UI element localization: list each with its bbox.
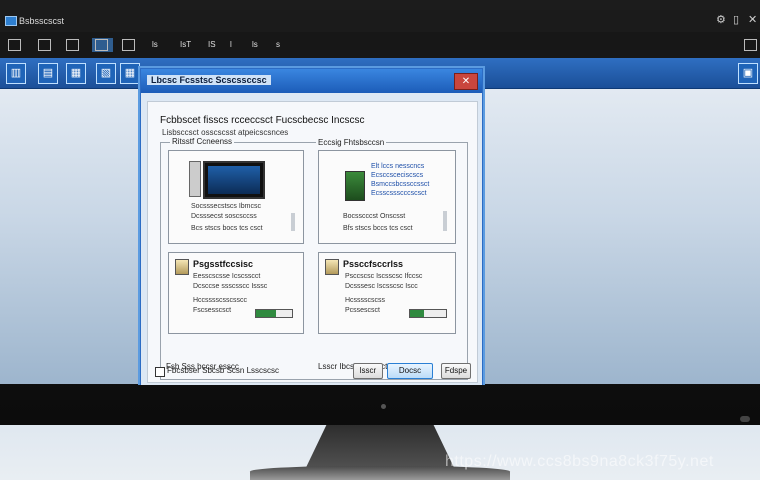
card-text: Bcs stscs bocs tcs csct bbox=[191, 225, 263, 232]
ribbon-grid-icon[interactable]: ▥ bbox=[6, 63, 26, 84]
card-scrollbar[interactable] bbox=[291, 213, 295, 231]
toolbar-button-9[interactable]: l bbox=[230, 38, 232, 52]
card-text: Hccsssscsscsscc bbox=[193, 297, 248, 304]
ok-button[interactable]: Docsc bbox=[387, 363, 433, 379]
power-button[interactable] bbox=[740, 416, 750, 422]
option-card-display[interactable]: Socsssecstscs Ibmcsc Dcsssecst soscsccss… bbox=[168, 150, 304, 244]
card-title: Psgsstfccsisc bbox=[193, 259, 254, 269]
ribbon-window-icon[interactable]: ▣ bbox=[738, 63, 758, 84]
card-title: Pssccfsccrlss bbox=[343, 259, 404, 269]
progress-bar bbox=[255, 309, 293, 318]
cancel-button[interactable]: Fdspe bbox=[441, 363, 471, 379]
back-button[interactable]: lsscr bbox=[353, 363, 383, 379]
toolbar-button-6[interactable]: ls bbox=[152, 38, 158, 52]
dialog-window: Lbcsc Fcsstsc Scscssccsc ✕ Fcbbscet fiss… bbox=[140, 68, 483, 385]
document-icon bbox=[345, 171, 365, 201]
dialog-titlebar[interactable]: Lbcsc Fcsstsc Scscssccsc ✕ bbox=[141, 69, 482, 93]
toolbar-button-10[interactable]: ls bbox=[252, 38, 258, 52]
card-text: Bfs stscs bccs tcs csct bbox=[343, 225, 413, 232]
display-icon bbox=[744, 38, 757, 51]
camera-icon bbox=[8, 38, 21, 51]
monitor-screen-graphic bbox=[208, 166, 260, 194]
dialog-subheading: Lisbsccsct osscscsst atpeicscsnces bbox=[162, 128, 289, 137]
profile-icon bbox=[325, 259, 339, 275]
ribbon-table-icon[interactable]: ▦ bbox=[120, 63, 140, 84]
card-text: Dcsccse ssscsscc Isssc bbox=[193, 283, 268, 290]
image-icon bbox=[66, 38, 79, 51]
dont-show-checkbox[interactable] bbox=[155, 367, 165, 377]
monitor-icon bbox=[203, 161, 265, 199]
ribbon-panel-icon[interactable]: ▧ bbox=[96, 63, 116, 84]
toolbar-button-8[interactable]: IS bbox=[208, 38, 216, 52]
fullscreen-icon[interactable] bbox=[744, 38, 759, 52]
option-card-document[interactable]: Elt lccs nesscncs Ecsccsceciscscs Bsmccs… bbox=[318, 150, 456, 244]
dialog-title: Lbcsc Fcsstsc Scscssccsc bbox=[147, 75, 271, 85]
checkbox-label: Fbcsbser Sbcsb Scsn Lsscscsc bbox=[167, 366, 280, 375]
card-text: Fscsesscsct bbox=[193, 307, 232, 314]
card-text: Dcsssecst soscsccss bbox=[191, 213, 257, 220]
card-link[interactable]: Ecsccsceciscscs bbox=[371, 172, 423, 179]
card-text: Psccscsc Iscsscsc Ifccsc bbox=[345, 273, 423, 280]
frame-icon bbox=[122, 38, 135, 51]
card-text: Socsssecstscs Ibmcsc bbox=[191, 203, 262, 210]
dialog-body: Fcbbscet fisscs rcceccsct Fucscbecsc Inc… bbox=[147, 101, 478, 383]
progress-bar bbox=[409, 309, 447, 318]
toolbar-button-1[interactable] bbox=[8, 38, 23, 52]
window-title: Bsbsscscst bbox=[19, 16, 65, 26]
settings-icon[interactable]: ⚙ bbox=[716, 14, 726, 26]
card-scrollbar[interactable] bbox=[443, 211, 447, 231]
progress-fill bbox=[256, 310, 276, 317]
image-icon bbox=[95, 38, 108, 51]
page-icon bbox=[38, 38, 51, 51]
toolbar-button-2[interactable] bbox=[38, 38, 53, 52]
computer-tower-icon bbox=[189, 161, 201, 197]
minimize-icon[interactable]: ▯ bbox=[733, 14, 739, 26]
card-link[interactable]: Bsmccsbcssccssct bbox=[371, 181, 429, 188]
option-card-profile[interactable]: Pssccfsccrlss Psccscsc Iscsscsc Ifccsc D… bbox=[318, 252, 456, 334]
ribbon-layout-icon[interactable]: ▤ bbox=[38, 63, 58, 84]
monitor-screen: Bsbsscscst ⚙ ▯ ✕ ls IsT IS l ls s ▥ ▤ ▦ … bbox=[0, 10, 760, 385]
dialog-heading: Fcbbscet fisscs rcceccsct Fucscbecsc Inc… bbox=[160, 115, 365, 126]
app-titlebar: Bsbsscscst ⚙ ▯ ✕ bbox=[0, 10, 760, 32]
watermark: https://www.ccs8bs9na8ck3f75y.net bbox=[445, 453, 714, 470]
card-text: Pcssescsct bbox=[345, 307, 381, 314]
group-label-left: Ritsstf Ccneenss bbox=[170, 137, 235, 146]
card-text: Bocsscccst Onscsst bbox=[343, 213, 406, 220]
card-link[interactable]: Ecsscssscccscsct bbox=[371, 190, 427, 197]
app-icon bbox=[5, 16, 17, 26]
card-text: Dcsssesc Iscsscsc Iscc bbox=[345, 283, 418, 290]
toolbar-button-3[interactable] bbox=[66, 38, 81, 52]
group-label-right: Eccsig Fhtsbsccsn bbox=[316, 138, 387, 147]
toolbar-button-4[interactable] bbox=[92, 38, 113, 52]
ribbon-list-icon[interactable]: ▦ bbox=[66, 63, 86, 84]
card-link[interactable]: Elt lccs nesscncs bbox=[371, 163, 424, 170]
toolbar-button-5[interactable] bbox=[122, 38, 137, 52]
dialog-close-button[interactable]: ✕ bbox=[454, 73, 478, 90]
option-card-program[interactable]: Psgsstfccsisc Eesscscsse Icscsscct Dcscc… bbox=[168, 252, 304, 334]
toolbar-button-11[interactable]: s bbox=[276, 38, 280, 52]
card-text: Hcsssscscss bbox=[345, 297, 386, 304]
program-icon bbox=[175, 259, 189, 275]
card-text: Eesscscsse Icscsscct bbox=[193, 273, 261, 280]
monitor-logo bbox=[381, 404, 386, 409]
toolbar: ls IsT IS l ls s bbox=[0, 32, 760, 58]
progress-fill bbox=[410, 310, 425, 317]
toolbar-button-7[interactable]: IsT bbox=[180, 38, 191, 52]
monitor-bezel: Bsbsscscst ⚙ ▯ ✕ ls IsT IS l ls s ▥ ▤ ▦ … bbox=[0, 0, 760, 425]
close-icon[interactable]: ✕ bbox=[748, 14, 757, 26]
